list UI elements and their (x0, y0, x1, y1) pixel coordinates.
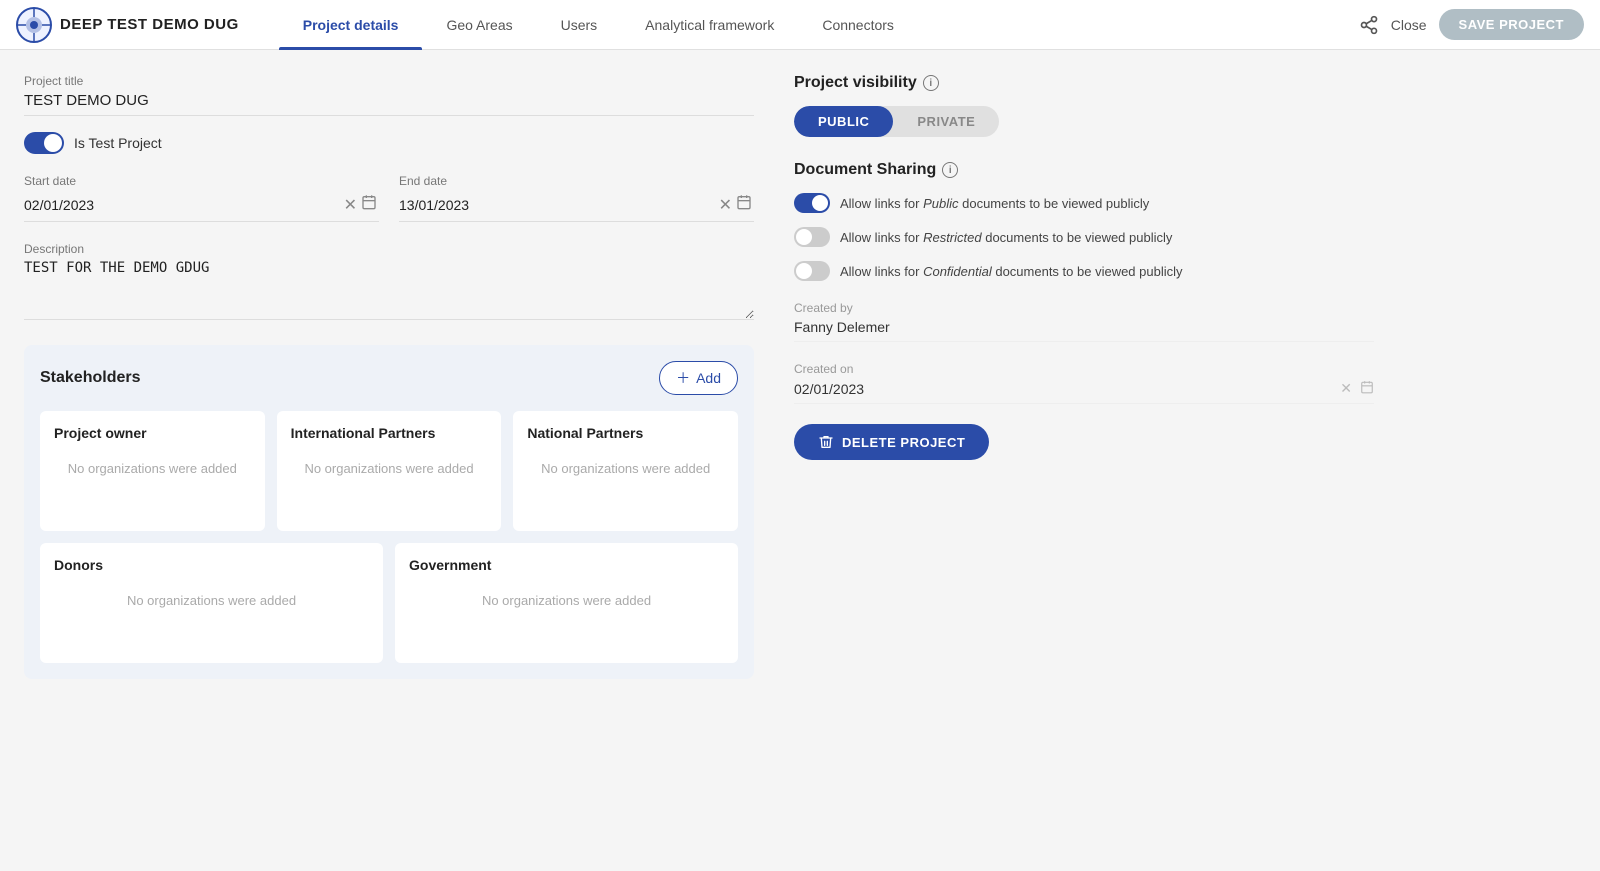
stakeholder-card-title: Government (409, 557, 724, 573)
end-date-calendar-button[interactable] (734, 192, 754, 217)
stakeholders-grid-top: Project owner No organizations were adde… (40, 411, 738, 531)
is-test-project-toggle[interactable] (24, 132, 64, 154)
delete-project-button[interactable]: DELETE PROJECT (794, 424, 989, 460)
calendar-icon (1360, 380, 1374, 394)
created-by-label: Created by (794, 301, 1374, 315)
created-on-calendar-button[interactable] (1360, 380, 1374, 397)
start-date-label: Start date (24, 174, 379, 188)
stakeholder-card-title: National Partners (527, 425, 724, 441)
stakeholder-empty-text: No organizations were added (409, 593, 724, 608)
stakeholder-empty-text: No organizations were added (54, 461, 251, 476)
header-right: Close SAVE PROJECT (1359, 9, 1584, 40)
add-button-label: Add (696, 370, 721, 386)
stakeholder-card-title: International Partners (291, 425, 488, 441)
confidential-docs-toggle[interactable] (794, 261, 830, 281)
stakeholder-card-donors: Donors No organizations were added (40, 543, 383, 663)
stakeholder-card-title: Project owner (54, 425, 251, 441)
deep-logo-icon (16, 7, 52, 43)
visibility-private-button[interactable]: PRIVATE (893, 106, 999, 137)
doc-sharing-info-icon: i (942, 162, 958, 178)
stakeholder-empty-text: No organizations were added (54, 593, 369, 608)
project-title-label: Project title (24, 74, 754, 88)
description-field: Description TEST FOR THE DEMO GDUG (24, 242, 754, 325)
stakeholders-title: Stakeholders (40, 369, 140, 387)
start-date-input-wrap: ✕ (24, 192, 379, 222)
start-date-field: Start date ✕ (24, 174, 379, 222)
date-row: Start date ✕ End date ✕ (24, 174, 754, 222)
project-title-value: TEST DEMO DUG (24, 92, 754, 116)
sharing-row-confidential: Allow links for Confidential documents t… (794, 261, 1374, 281)
save-project-button[interactable]: SAVE PROJECT (1439, 9, 1584, 40)
tab-geo-areas[interactable]: Geo Areas (422, 0, 536, 50)
sharing-text-confidential: Allow links for Confidential documents t… (840, 264, 1183, 279)
tab-project-details[interactable]: Project details (279, 0, 423, 50)
document-sharing-section: Document Sharing i Allow links for Publi… (794, 161, 1374, 281)
stakeholder-card-international-partners: International Partners No organizations … (277, 411, 502, 531)
created-on-value: 02/01/2023 (794, 381, 864, 397)
is-test-project-row: Is Test Project (24, 132, 754, 154)
right-panel: Project visibility i PUBLIC PRIVATE Docu… (794, 74, 1374, 679)
sharing-row-restricted: Allow links for Restricted documents to … (794, 227, 1374, 247)
main-content: Project title TEST DEMO DUG Is Test Proj… (0, 50, 1600, 703)
stakeholder-card-project-owner: Project owner No organizations were adde… (40, 411, 265, 531)
visibility-toggle: PUBLIC PRIVATE (794, 106, 999, 137)
logo-area: DEEP TEST DEMO DUG (16, 7, 239, 43)
doc-sharing-title: Document Sharing i (794, 161, 1374, 179)
is-test-project-label: Is Test Project (74, 135, 162, 151)
header: DEEP TEST DEMO DUG Project details Geo A… (0, 0, 1600, 50)
tab-connectors[interactable]: Connectors (798, 0, 918, 50)
created-on-label: Created on (794, 362, 1374, 376)
stakeholders-header: Stakeholders ＋ Add (40, 361, 738, 395)
created-on-section: Created on 02/01/2023 ✕ (794, 362, 1374, 404)
restricted-docs-toggle[interactable] (794, 227, 830, 247)
close-button[interactable]: Close (1391, 17, 1427, 33)
visibility-info-icon: i (923, 75, 939, 91)
logo-text: DEEP TEST DEMO DUG (60, 16, 239, 33)
sharing-row-public: Allow links for Public documents to be v… (794, 193, 1374, 213)
stakeholders-grid-bottom: Donors No organizations were added Gover… (40, 543, 738, 663)
sharing-text-restricted: Allow links for Restricted documents to … (840, 230, 1172, 245)
sharing-text-public: Allow links for Public documents to be v… (840, 196, 1149, 211)
stakeholder-empty-text: No organizations were added (291, 461, 488, 476)
stakeholders-section: Stakeholders ＋ Add Project owner No orga… (24, 345, 754, 679)
public-docs-toggle[interactable] (794, 193, 830, 213)
stakeholder-card-government: Government No organizations were added (395, 543, 738, 663)
visibility-public-button[interactable]: PUBLIC (794, 106, 893, 137)
nav-tabs: Project details Geo Areas Users Analytic… (279, 0, 1359, 50)
calendar-icon (361, 194, 377, 210)
description-label: Description (24, 242, 754, 256)
trash-icon (818, 434, 834, 450)
start-date-calendar-button[interactable] (359, 192, 379, 217)
share-icon (1359, 15, 1379, 35)
description-textarea[interactable]: TEST FOR THE DEMO GDUG (24, 260, 754, 320)
project-title-group: Project title TEST DEMO DUG (24, 74, 754, 116)
add-icon: ＋ (676, 368, 690, 388)
end-date-field: End date ✕ (399, 174, 754, 222)
share-button[interactable] (1359, 15, 1379, 35)
created-by-value-row: Fanny Delemer (794, 319, 1374, 342)
add-stakeholder-button[interactable]: ＋ Add (659, 361, 738, 395)
tab-users[interactable]: Users (537, 0, 622, 50)
created-on-clear-button[interactable]: ✕ (1340, 380, 1352, 397)
created-by-section: Created by Fanny Delemer (794, 301, 1374, 342)
calendar-icon (736, 194, 752, 210)
stakeholder-card-title: Donors (54, 557, 369, 573)
stakeholder-card-national-partners: National Partners No organizations were … (513, 411, 738, 531)
tab-analytical-framework[interactable]: Analytical framework (621, 0, 798, 50)
end-date-label: End date (399, 174, 754, 188)
start-date-input[interactable] (24, 197, 342, 213)
end-date-clear-button[interactable]: ✕ (717, 193, 734, 217)
end-date-input-wrap: ✕ (399, 192, 754, 222)
visibility-section-title: Project visibility i (794, 74, 1374, 92)
created-by-value: Fanny Delemer (794, 319, 890, 335)
start-date-clear-button[interactable]: ✕ (342, 193, 359, 217)
left-panel: Project title TEST DEMO DUG Is Test Proj… (24, 74, 754, 679)
meta-icons: ✕ (1340, 380, 1374, 397)
end-date-input[interactable] (399, 197, 717, 213)
created-on-value-row: 02/01/2023 ✕ (794, 380, 1374, 404)
stakeholder-empty-text: No organizations were added (527, 461, 724, 476)
